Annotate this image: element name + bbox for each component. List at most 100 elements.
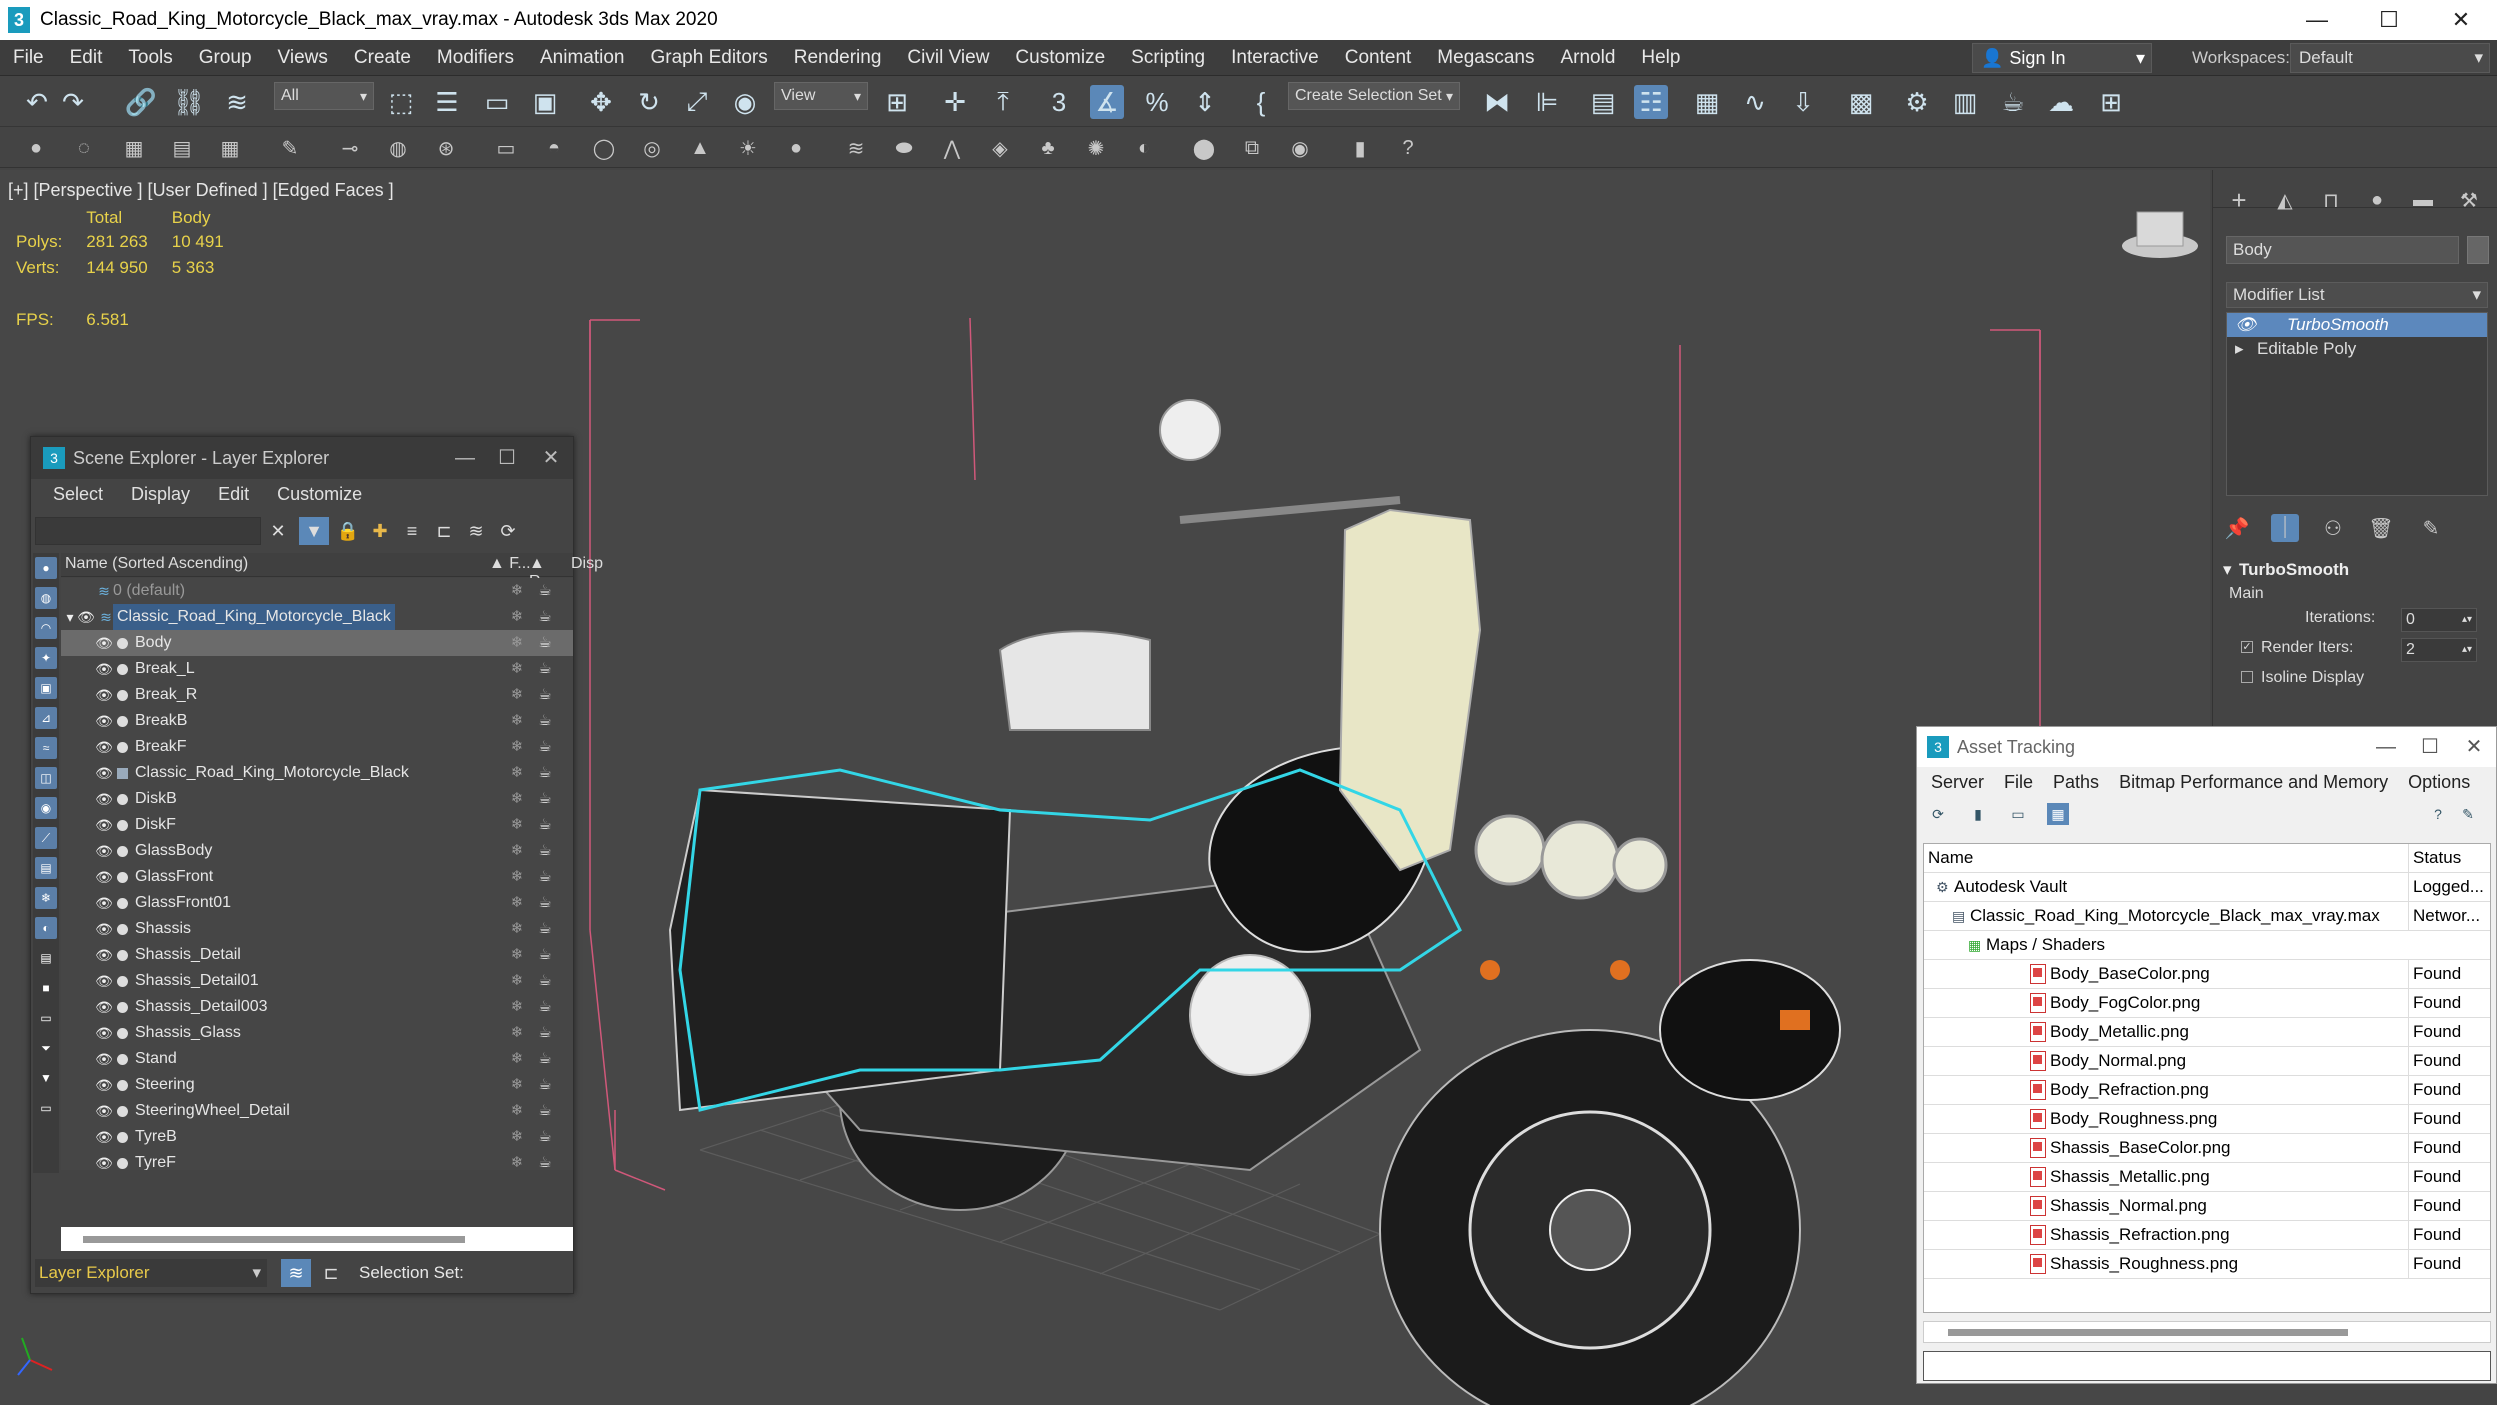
plant-icon[interactable]: ♣ xyxy=(1034,134,1062,162)
renderable-icon[interactable]: ☕ xyxy=(535,1098,555,1124)
align-icon[interactable]: ⊫ xyxy=(1530,85,1564,119)
pivot-center-icon[interactable]: ⊞ xyxy=(880,85,914,119)
remove-modifier-icon[interactable]: 🗑 xyxy=(2367,514,2395,542)
keyboard-shortcut-override-icon[interactable]: ⤒ xyxy=(986,85,1020,119)
freeze-icon[interactable]: ❄ xyxy=(507,890,527,916)
minimize-button[interactable]: — xyxy=(2281,0,2353,40)
menu-item-rendering[interactable]: Rendering xyxy=(781,47,895,69)
menu-item-graph-editors[interactable]: Graph Editors xyxy=(638,47,781,69)
configure-sets-icon[interactable]: ✎ xyxy=(2417,514,2445,542)
rendered-frame-window-icon[interactable]: ▥ xyxy=(1948,85,1982,119)
renderable-icon[interactable]: ☕ xyxy=(535,838,555,864)
show-end-result-icon[interactable]: ⏐ xyxy=(2271,514,2299,542)
curve-editor-icon[interactable]: ∿ xyxy=(1738,85,1772,119)
column-status[interactable]: Status xyxy=(2408,844,2492,872)
modifier-stack-item[interactable]: 👁 TurboSmooth xyxy=(2227,313,2487,337)
asset-row[interactable]: Body_Roughness.png Found xyxy=(1924,1105,2490,1134)
renderable-icon[interactable]: ☕ xyxy=(535,734,555,760)
create-tab-icon[interactable]: + xyxy=(2225,185,2253,215)
select-manipulate-icon[interactable]: ✛ xyxy=(938,85,972,119)
sync-icon[interactable]: ⟳ xyxy=(493,517,523,545)
material-editor-icon[interactable]: ▩ xyxy=(1844,85,1878,119)
menu-item-animation[interactable]: Animation xyxy=(527,47,638,69)
freeze-icon[interactable]: ❄ xyxy=(507,864,527,890)
freeze-icon[interactable]: ❄ xyxy=(507,1098,527,1124)
menu-item-arnold[interactable]: Arnold xyxy=(1547,47,1628,69)
plane-icon[interactable]: ▭ xyxy=(492,134,520,162)
column-name[interactable]: Name xyxy=(1928,844,1973,872)
scrollbar-thumb[interactable] xyxy=(83,1236,465,1243)
close-button[interactable]: ✕ xyxy=(529,437,573,479)
motion-tab-icon[interactable]: ● xyxy=(2363,186,2391,214)
xrefs-filter-icon[interactable]: ◉ xyxy=(35,797,57,819)
make-unique-icon[interactable]: ⚇ xyxy=(2319,514,2347,542)
freeze-icon[interactable]: ❄ xyxy=(507,656,527,682)
helpers-filter-icon[interactable]: ⊿ xyxy=(35,707,57,729)
scene-object-row[interactable]: 👁 Shassis ❄ ☕ xyxy=(61,916,573,942)
layer-icon[interactable]: ▦ xyxy=(120,134,148,162)
rollout-title[interactable]: ▾ TurboSmooth xyxy=(2221,558,2491,582)
display-tab-icon[interactable]: ▬ xyxy=(2409,186,2437,214)
pipe-icon[interactable]: ⊸ xyxy=(336,134,364,162)
scene-object-row[interactable]: 👁 DiskB ❄ ☕ xyxy=(61,786,573,812)
capsule-icon[interactable]: ⬬ xyxy=(890,134,918,162)
visibility-eye-icon[interactable]: 👁 xyxy=(95,864,113,890)
freeze-icon[interactable]: ❄ xyxy=(507,1046,527,1072)
cone-icon[interactable]: ▲ xyxy=(686,134,714,162)
visibility-eye-icon[interactable]: 👁 xyxy=(95,734,113,760)
scene-object-row[interactable]: 👁 Body ❄ ☕ xyxy=(61,630,573,656)
asset-path-field[interactable] xyxy=(1923,1351,2491,1381)
renderable-icon[interactable]: ☕ xyxy=(535,994,555,1020)
layer-explorer-toggle-icon[interactable]: ☷ xyxy=(1634,85,1668,119)
visibility-eye-icon[interactable]: 👁 xyxy=(95,812,113,838)
percent-snap-icon[interactable]: % xyxy=(1140,85,1174,119)
freeze-icon[interactable]: ❄ xyxy=(507,682,527,708)
scene-object-row[interactable]: 👁 Shassis_Glass ❄ ☕ xyxy=(61,1020,573,1046)
modify-tab-icon[interactable]: ◭ xyxy=(2271,186,2299,214)
scrollbar-thumb[interactable] xyxy=(1948,1329,2348,1336)
scene-object-row[interactable]: 👁 TyreB ❄ ☕ xyxy=(61,1124,573,1150)
sign-in-button[interactable]: 👤 Sign In ▾ xyxy=(1972,43,2152,73)
renderable-icon[interactable]: ☕ xyxy=(535,916,555,942)
scene-object-row[interactable]: 👁 Stand ❄ ☕ xyxy=(61,1046,573,1072)
dome-icon[interactable]: ◓ xyxy=(540,134,568,162)
rectangular-region-icon[interactable]: ▭ xyxy=(480,85,514,119)
asset-row[interactable]: ⚙ Autodesk Vault Logged... xyxy=(1924,873,2490,902)
freeze-icon[interactable]: ❄ xyxy=(507,1124,527,1150)
add-to-layer-icon[interactable]: ≡ xyxy=(397,517,427,545)
help-icon[interactable]: ? xyxy=(2427,803,2449,825)
unlink-icon[interactable]: ⛓ xyxy=(172,85,206,119)
visibility-eye-icon[interactable]: 👁 xyxy=(95,890,113,916)
rotate-icon[interactable]: ↻ xyxy=(632,85,666,119)
proxy-icon[interactable]: ◐ xyxy=(1130,134,1158,162)
freeze-icon[interactable]: ❄ xyxy=(507,578,527,604)
frozen-filter-icon[interactable]: ❄ xyxy=(35,887,57,909)
hierarchy-mode-icon[interactable]: ⊏ xyxy=(317,1259,345,1287)
menu-item-help[interactable]: Help xyxy=(1628,47,1693,69)
sphere-icon[interactable]: ◯ xyxy=(590,134,618,162)
explorer-type-select[interactable]: Layer Explorer ▾ xyxy=(35,1259,267,1287)
isoline-checkbox[interactable] xyxy=(2241,671,2253,683)
at-menu-options[interactable]: Options xyxy=(2398,772,2480,793)
vfb-icon[interactable]: ◉ xyxy=(1286,134,1314,162)
asset-row[interactable]: ▤ Classic_Road_King_Motorcycle_Black_max_… xyxy=(1924,902,2490,931)
column-name[interactable]: Name (Sorted Ascending) xyxy=(65,555,248,573)
grid-icon[interactable]: ▦ xyxy=(216,134,244,162)
select-object-icon[interactable]: ⬚ xyxy=(384,85,418,119)
asset-row[interactable]: Body_Normal.png Found xyxy=(1924,1047,2490,1076)
render-grid-icon[interactable]: ⊞ xyxy=(2094,85,2128,119)
column-display[interactable]: Disp xyxy=(571,555,611,573)
visibility-eye-icon[interactable]: 👁 xyxy=(95,994,113,1020)
scene-object-row[interactable]: 👁 GlassFront ❄ ☕ xyxy=(61,864,573,890)
settings-icon[interactable]: ✎ xyxy=(2457,803,2479,825)
lasso-icon[interactable]: ◌ xyxy=(70,134,98,162)
viewport-label[interactable]: [+] [Perspective ] [User Defined ] [Edge… xyxy=(8,180,394,201)
help-icon[interactable]: ? xyxy=(1394,134,1422,162)
freeze-icon[interactable]: ❄ xyxy=(507,1020,527,1046)
spinner-snap-icon[interactable]: ⇕ xyxy=(1188,85,1222,119)
horizontal-scrollbar[interactable] xyxy=(61,1227,573,1251)
hierarchy-tab-icon[interactable]: ⊓ xyxy=(2317,186,2345,214)
scene-layer-row[interactable]: ≋ 0 (default) ❄ ☕ xyxy=(61,578,573,604)
menu-item-file[interactable]: File xyxy=(0,47,57,69)
link-icon[interactable]: 🔗 xyxy=(124,85,158,119)
